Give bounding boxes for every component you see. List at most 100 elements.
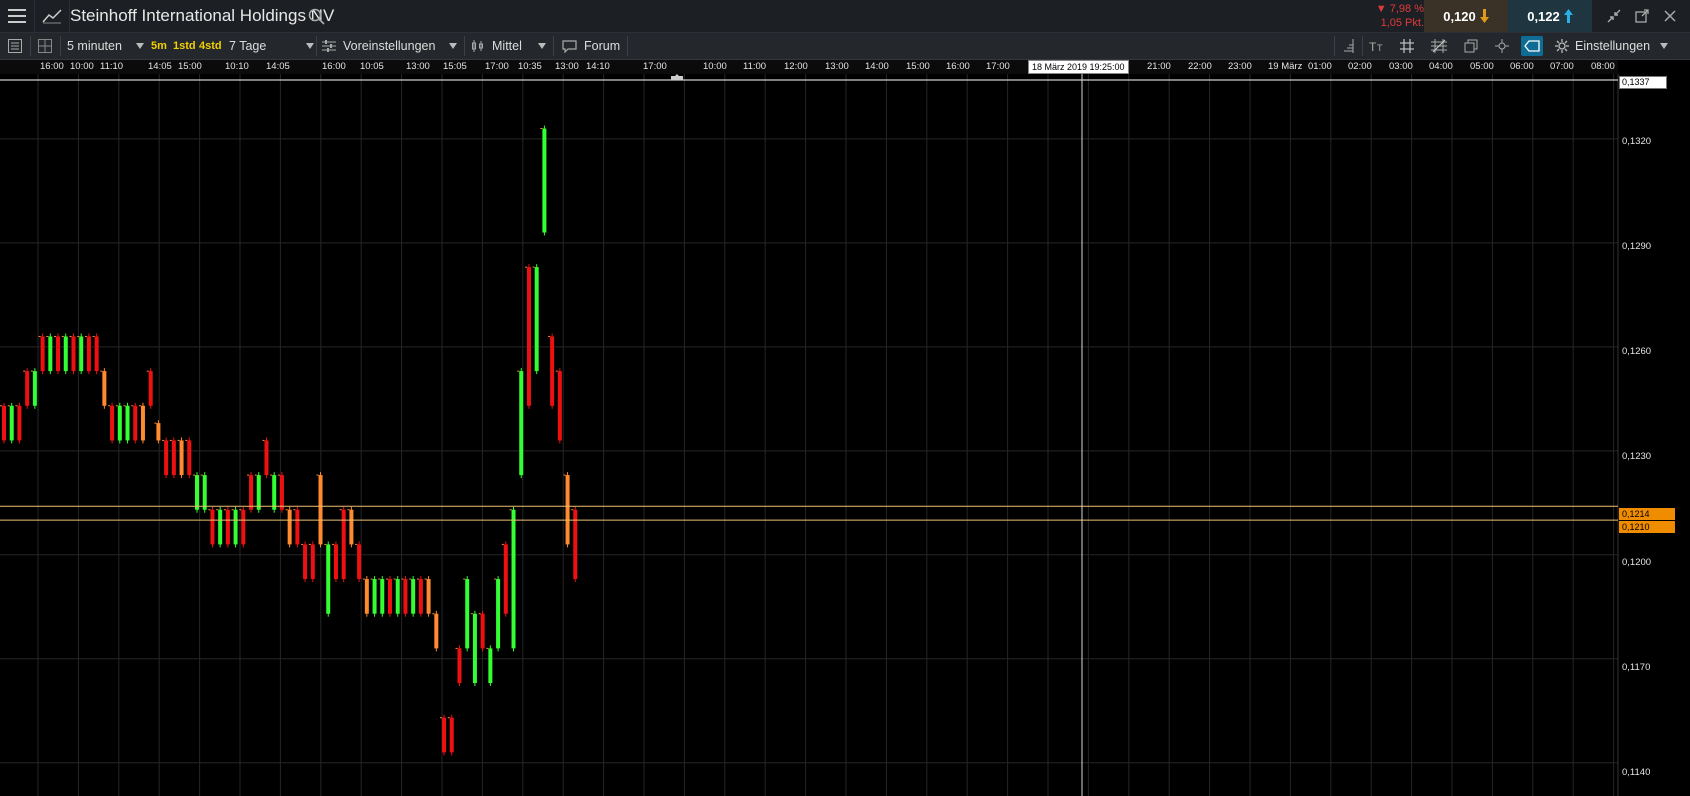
- time-tick: 10:05: [360, 61, 384, 72]
- range-select[interactable]: 7 Tage: [229, 33, 315, 59]
- collapse-button[interactable]: [1600, 0, 1628, 32]
- time-tick: 11:10: [100, 61, 124, 72]
- time-tick: 10:35: [518, 61, 542, 72]
- bid-price: 0,120: [1443, 8, 1476, 24]
- ask-price: 0,122: [1527, 8, 1560, 24]
- time-tick: 02:00: [1348, 61, 1372, 72]
- price-tick: 0,1290: [1622, 241, 1652, 252]
- time-tick: 10:00: [703, 61, 727, 72]
- tag-icon: [1524, 40, 1540, 52]
- time-tick: 11:00: [743, 61, 767, 72]
- time-tick: 10:10: [225, 61, 249, 72]
- time-tick: 19 März: [1268, 61, 1303, 72]
- price-tick: 0,1260: [1622, 346, 1652, 357]
- arrow-down-icon: [1479, 9, 1489, 23]
- list-icon: [8, 39, 22, 53]
- time-tick: 21:00: [1147, 61, 1171, 72]
- time-tick: 17:00: [986, 61, 1010, 72]
- arrow-up-icon: [1563, 9, 1573, 23]
- price-tick: 0,1140: [1622, 767, 1651, 778]
- text-tool-button[interactable]: TT: [1366, 36, 1388, 56]
- line-chart-icon: [42, 9, 62, 24]
- gear-icon: [1555, 39, 1569, 53]
- chevron-down-icon: [306, 43, 315, 49]
- time-tick: 05:00: [1470, 61, 1494, 72]
- price-change: ▼ 7,98 % 1,05 Pkt.: [1358, 2, 1424, 30]
- chevron-down-icon: [449, 43, 458, 49]
- list-view-button[interactable]: [4, 36, 26, 56]
- time-tick: 01:00: [1308, 61, 1332, 72]
- interval-5m-button[interactable]: 5m: [151, 33, 167, 59]
- time-tick: 13:00: [555, 61, 579, 72]
- time-tick: 16:00: [40, 61, 64, 72]
- time-tick: 14:05: [266, 61, 290, 72]
- time-tick: 15:00: [906, 61, 930, 72]
- chart-type-button[interactable]: [35, 0, 70, 32]
- external-link-icon: [1635, 9, 1649, 23]
- price-chart[interactable]: [0, 74, 1690, 796]
- time-tick: 14:00: [865, 61, 889, 72]
- chevron-down-icon: [537, 43, 546, 49]
- time-tick: 17:00: [643, 61, 667, 72]
- time-tick: 13:00: [825, 61, 849, 72]
- change-percent: ▼ 7,98 %: [1375, 3, 1424, 15]
- draw-line-button[interactable]: [1337, 36, 1359, 56]
- time-tick: 15:00: [178, 61, 202, 72]
- bid-price-marker: 0,1210: [1619, 521, 1675, 533]
- forum-button[interactable]: Forum: [562, 33, 620, 59]
- text-size-icon: TT: [1369, 40, 1383, 53]
- chat-bubble-icon: [562, 39, 577, 53]
- close-icon: [1664, 10, 1676, 22]
- price-tag-button[interactable]: [1521, 36, 1543, 56]
- interval-value: 5 minuten: [67, 39, 122, 53]
- ruler-icon: [1344, 39, 1354, 53]
- time-tick: 16:00: [946, 61, 970, 72]
- interval-1std-button[interactable]: 1std: [173, 33, 196, 59]
- hamburger-icon: [8, 9, 26, 23]
- settings-select[interactable]: Einstellungen: [1555, 33, 1669, 59]
- search-icon[interactable]: [308, 8, 325, 25]
- top-price-label: 0,1337: [1619, 76, 1667, 89]
- close-button[interactable]: [1656, 0, 1684, 32]
- change-points: 1,05 Pkt.: [1380, 17, 1424, 29]
- layout-button[interactable]: [34, 36, 56, 56]
- interval-select[interactable]: 5 minuten: [67, 33, 144, 59]
- time-tick: 12:00: [784, 61, 808, 72]
- price-tick: 0,1170: [1622, 662, 1651, 673]
- range-value: 7 Tage: [229, 39, 267, 53]
- svg-text:T: T: [1369, 40, 1377, 53]
- time-tick: 14:10: [586, 61, 610, 72]
- candles-icon: [472, 40, 483, 52]
- chevron-down-icon: [135, 43, 144, 49]
- presets-label: Voreinstellungen: [343, 39, 436, 53]
- bid-quote[interactable]: 0,120: [1424, 0, 1508, 32]
- presets-select[interactable]: Voreinstellungen: [322, 33, 458, 59]
- interval-4std-button[interactable]: 4std: [199, 33, 222, 59]
- time-tick: 03:00: [1389, 61, 1413, 72]
- time-tick: 14:05: [148, 61, 172, 72]
- time-tick: 15:05: [443, 61, 467, 72]
- copy-icon: [1464, 39, 1478, 53]
- time-tick: 10:00: [70, 61, 94, 72]
- popout-button[interactable]: [1628, 0, 1656, 32]
- price-tick: 0,1200: [1622, 557, 1652, 568]
- indicator-select[interactable]: Mittel: [471, 33, 546, 59]
- grid-layout-icon: [38, 39, 52, 53]
- ask-quote[interactable]: 0,122: [1508, 0, 1592, 32]
- fibonacci-button[interactable]: [1428, 36, 1450, 56]
- time-axis: 16:00 10:00 11:10 14:05 15:00 10:10 14:0…: [0, 60, 1618, 74]
- time-tick: 04:00: [1429, 61, 1453, 72]
- time-tick: 23:00: [1228, 61, 1252, 72]
- svg-text:T: T: [1377, 43, 1383, 53]
- ask-price-marker: 0,1214: [1619, 508, 1675, 520]
- crosshair-time-label: 18 März 2019 19:25:00: [1028, 60, 1129, 74]
- chart-toolbar: 5 minuten 5m 1std 4std 7 Tage Voreinstel…: [0, 33, 1690, 60]
- grid-toggle-button[interactable]: [1396, 36, 1418, 56]
- fibonacci-icon: [1431, 39, 1447, 53]
- collapse-icon: [1607, 9, 1621, 23]
- copy-chart-button[interactable]: [1460, 36, 1482, 56]
- time-tick: 06:00: [1510, 61, 1534, 72]
- menu-button[interactable]: [0, 0, 35, 32]
- time-tick: 16:00: [322, 61, 346, 72]
- crosshair-button[interactable]: [1491, 36, 1513, 56]
